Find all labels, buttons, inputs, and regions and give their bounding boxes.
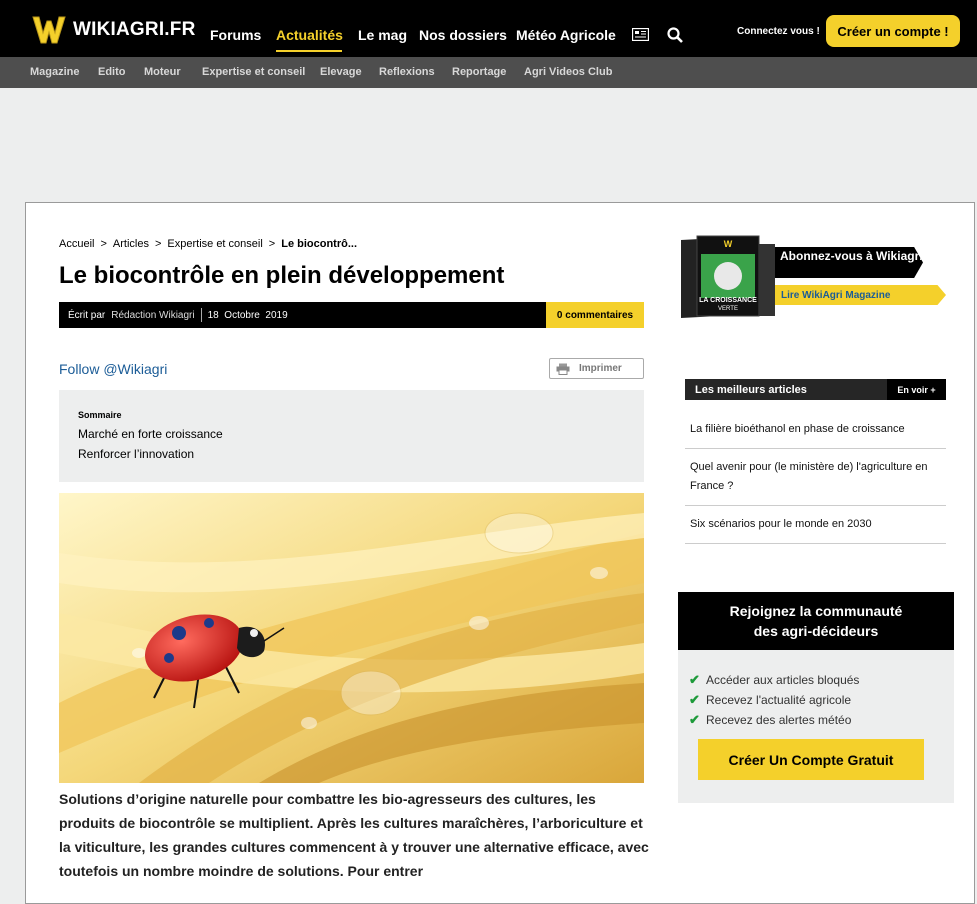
author-link[interactable]: Rédaction Wikiagri (111, 310, 194, 321)
check-icon: ✔ (689, 672, 700, 687)
join-community-box: Rejoignez la communauté des agri-décideu… (678, 592, 954, 803)
logo-text: WIKIAGRI.FR (73, 19, 196, 40)
benefit-label: Recevez des alertes météo (706, 713, 852, 727)
nav-nos-dossiers[interactable]: Nos dossiers (419, 27, 507, 43)
subscribe-banner[interactable]: Abonnez-vous à Wikiagri (775, 247, 923, 278)
svg-text:LA CROISSANCE: LA CROISSANCE (699, 297, 757, 304)
subnav-elevage[interactable]: Elevage (320, 66, 362, 78)
breadcrumb-category[interactable]: Expertise et conseil (167, 238, 262, 250)
newspaper-icon[interactable] (631, 27, 650, 46)
subnav-moteur[interactable]: Moteur (144, 66, 181, 78)
byline-divider (200, 308, 202, 322)
breadcrumb-articles[interactable]: Articles (113, 238, 149, 250)
see-more-link[interactable]: En voir + (887, 379, 946, 400)
best-article-item[interactable]: Six scénarios pour le monde en 2030 (685, 515, 946, 544)
subnav-reportage[interactable]: Reportage (452, 66, 506, 78)
login-link[interactable]: Connectez vous ! (737, 26, 820, 37)
benefit-label: Recevez l'actualité agricole (706, 693, 852, 707)
nav-le-mag[interactable]: Le mag (358, 27, 407, 43)
comments-count-link[interactable]: 0 commentaires (546, 302, 644, 328)
benefit-item: ✔ Recevez des alertes météo (689, 712, 851, 728)
article-title: Le biocontrôle en plein développement (59, 262, 505, 289)
breadcrumb-separator: > (154, 238, 162, 250)
article-byline: Écrit par Rédaction Wikiagri 18 Octobre … (59, 302, 546, 328)
toc-title: Sommaire (78, 410, 122, 420)
best-articles-title: Les meilleurs articles (695, 383, 807, 396)
printer-icon (556, 363, 570, 375)
site-logo[interactable]: WIKIAGRI.FR (31, 14, 196, 46)
print-label: Imprimer (579, 363, 622, 374)
breadcrumb-current: Le biocontrô... (281, 238, 358, 250)
breadcrumb: Accueil > Articles > Expertise et conseil > Le… (59, 238, 357, 250)
join-title-text: Rejoignez la communauté des agri-décideu… (729, 603, 903, 639)
nav-active-underline (276, 50, 342, 52)
breadcrumb-separator: > (100, 238, 107, 250)
best-article-item[interactable]: La filière bioéthanol en phase de croiss… (685, 420, 946, 449)
subnav-magazine[interactable]: Magazine (30, 66, 80, 78)
subnav-reflexions[interactable]: Reflexions (379, 66, 435, 78)
benefit-item: ✔ Accéder aux articles bloqués (689, 672, 859, 688)
subnav-agri-videos-club[interactable]: Agri Videos Club (524, 66, 612, 78)
create-account-button[interactable]: Créer un compte ! (826, 15, 960, 47)
benefit-label: Accéder aux articles bloqués (706, 673, 860, 687)
follow-twitter-link[interactable]: Follow @Wikiagri (59, 361, 167, 377)
toc-item[interactable]: Renforcer l’innovation (78, 447, 194, 461)
search-icon[interactable] (667, 27, 683, 48)
breadcrumb-home[interactable]: Accueil (59, 238, 94, 250)
table-of-contents: Sommaire Marché en forte croissance Renf… (59, 390, 644, 482)
logo-w-icon (31, 15, 67, 45)
toc-item[interactable]: Marché en forte croissance (78, 427, 223, 441)
read-magazine-link[interactable]: Lire WikiAgri Magazine (775, 285, 946, 305)
article-hero-image (59, 493, 644, 783)
nav-meteo-agricole[interactable]: Météo Agricole (516, 27, 616, 43)
nav-actualites[interactable]: Actualités (276, 27, 343, 43)
svg-text:W: W (724, 239, 733, 249)
article-body-intro: Solutions d’origine naturelle pour comba… (59, 791, 649, 879)
article-date: 18 Octobre 2019 (207, 309, 288, 321)
magazine-covers-image: W LA CROISSANCE VERTE (681, 235, 775, 318)
best-articles-header: Les meilleurs articles En voir + (685, 379, 946, 400)
subnav-expertise[interactable]: Expertise et conseil (202, 66, 305, 78)
best-article-item[interactable]: Quel avenir pour (le ministère de) l'agr… (685, 458, 946, 506)
top-nav-bar: WIKIAGRI.FR Forums Actualités Le mag Nos… (0, 0, 977, 57)
subnav-edito[interactable]: Edito (98, 66, 126, 78)
written-by-label: Écrit par (68, 309, 106, 321)
nav-forums[interactable]: Forums (210, 27, 261, 43)
check-icon: ✔ (689, 712, 700, 727)
svg-text:VERTE: VERTE (718, 306, 738, 312)
join-title: Rejoignez la communauté des agri-décideu… (678, 592, 954, 650)
sub-nav-bar: Magazine Edito Moteur Expertise et conse… (0, 57, 977, 88)
check-icon: ✔ (689, 692, 700, 707)
create-free-account-button[interactable]: Créer Un Compte Gratuit (698, 739, 924, 780)
print-button[interactable]: Imprimer (549, 358, 644, 379)
breadcrumb-separator: > (268, 238, 276, 250)
benefit-item: ✔ Recevez l'actualité agricole (689, 692, 851, 708)
